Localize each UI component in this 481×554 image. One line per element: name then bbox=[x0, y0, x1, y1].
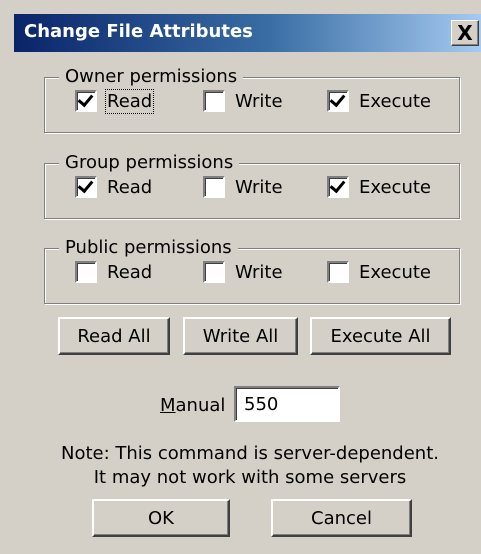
group-write-label: Write bbox=[235, 176, 283, 198]
public-read-checkbox[interactable]: Read bbox=[75, 261, 152, 283]
owner-read-checkbox[interactable]: Read bbox=[75, 88, 155, 114]
owner-permissions-legend: Owner permissions bbox=[59, 66, 244, 87]
manual-label-rest: anual bbox=[175, 395, 226, 416]
manual-label: Manual bbox=[160, 395, 225, 416]
checkbox-unchecked-icon[interactable] bbox=[327, 261, 349, 283]
checkbox-unchecked-icon[interactable] bbox=[203, 176, 225, 198]
owner-execute-checkbox[interactable]: Execute bbox=[327, 90, 431, 112]
owner-write-checkbox[interactable]: Write bbox=[203, 90, 283, 112]
checkbox-checked-icon[interactable] bbox=[327, 90, 349, 112]
checkbox-unchecked-icon[interactable] bbox=[203, 261, 225, 283]
title-bar[interactable]: Change File Attributes X bbox=[14, 14, 481, 52]
owner-permissions-group: Owner permissions Read Write Execute bbox=[44, 66, 460, 133]
public-read-label: Read bbox=[107, 261, 153, 283]
public-permissions-legend: Public permissions bbox=[59, 237, 238, 258]
ok-button[interactable]: OK bbox=[92, 499, 230, 537]
dialog-title: Change File Attributes bbox=[24, 21, 253, 42]
checkbox-checked-icon[interactable] bbox=[75, 176, 97, 198]
owner-read-label: Read bbox=[104, 88, 155, 114]
checkbox-unchecked-icon[interactable] bbox=[75, 261, 97, 283]
group-write-checkbox[interactable]: Write bbox=[203, 176, 283, 198]
public-execute-label: Execute bbox=[359, 261, 431, 283]
checkbox-checked-icon[interactable] bbox=[75, 90, 97, 112]
note-line-1: Note: This command is server-dependent. bbox=[61, 443, 439, 464]
close-icon: X bbox=[457, 21, 473, 45]
change-file-attributes-dialog: Change File Attributes X Owner permissio… bbox=[0, 0, 481, 554]
read-all-button[interactable]: Read All bbox=[58, 317, 170, 355]
group-read-label: Read bbox=[107, 176, 153, 198]
checkbox-checked-icon[interactable] bbox=[327, 176, 349, 198]
group-read-checkbox[interactable]: Read bbox=[75, 176, 152, 198]
checkbox-unchecked-icon[interactable] bbox=[203, 90, 225, 112]
owner-execute-label: Execute bbox=[359, 90, 431, 112]
close-button[interactable]: X bbox=[451, 20, 479, 46]
public-execute-checkbox[interactable]: Execute bbox=[327, 261, 431, 283]
write-all-button[interactable]: Write All bbox=[183, 317, 298, 355]
public-write-checkbox[interactable]: Write bbox=[203, 261, 283, 283]
cancel-button[interactable]: Cancel bbox=[271, 499, 412, 537]
group-permissions-legend: Group permissions bbox=[59, 152, 240, 173]
group-execute-label: Execute bbox=[359, 176, 431, 198]
execute-all-button[interactable]: Execute All bbox=[310, 317, 451, 355]
public-permissions-group: Public permissions Read Write Execute bbox=[44, 237, 460, 304]
manual-mnemonic: M bbox=[160, 395, 176, 416]
owner-write-label: Write bbox=[235, 90, 283, 112]
group-execute-checkbox[interactable]: Execute bbox=[327, 176, 431, 198]
note-line-2: It may not work with some servers bbox=[93, 467, 407, 488]
group-permissions-group: Group permissions Read Write Execute bbox=[44, 152, 460, 219]
public-write-label: Write bbox=[235, 261, 283, 283]
manual-permissions-input[interactable] bbox=[234, 386, 340, 422]
